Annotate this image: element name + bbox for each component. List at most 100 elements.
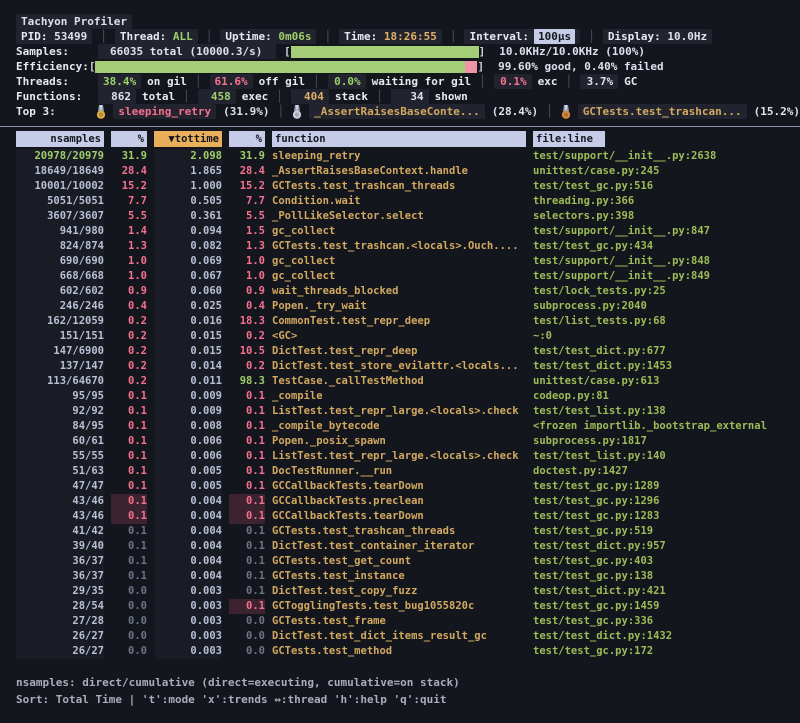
table-row[interactable]: 39/400.10.0040.1DictTest.test_container_…	[0, 539, 800, 554]
table-row[interactable]: 51/630.10.0050.1DocTestRunner.__rundocte…	[0, 464, 800, 479]
cell-tottime: 1.000	[154, 179, 222, 194]
table-row[interactable]: 137/1470.20.0140.2DictTest.test_store_ev…	[0, 359, 800, 374]
table-row[interactable]: 602/6020.90.0600.9wait_threads_blockedte…	[0, 284, 800, 299]
cell-pct-cumulative: 1.0	[229, 254, 265, 269]
cell-nsamples: 668/668	[16, 269, 104, 284]
table-row[interactable]: 55/550.10.0060.1ListTest.test_repr_large…	[0, 449, 800, 464]
table-row[interactable]: 27/280.00.0030.0GCTests.test_frametest/t…	[0, 614, 800, 629]
footer-legend: nsamples: direct/cumulative (direct=exec…	[16, 674, 460, 691]
table-row[interactable]: 10001/1000215.21.00015.2GCTests.test_tra…	[0, 179, 800, 194]
thread-stat-value: 38.4%	[98, 74, 141, 89]
column-header-pct-direct[interactable]: %	[111, 131, 147, 147]
cell-tottime: 0.004	[154, 524, 222, 539]
cell-function: GCTests.test_get_count	[272, 554, 526, 569]
table-row[interactable]: 41/420.10.0040.1GCTests.test_trashcan_th…	[0, 524, 800, 539]
cell-tottime: 0.004	[154, 539, 222, 554]
functions-stats: 862total│458exec│404stack│34shown	[98, 89, 468, 104]
cell-pct-cumulative: 0.2	[229, 329, 265, 344]
cell-pct-cumulative: 10.5	[229, 344, 265, 359]
cell-pct-direct: 0.1	[111, 569, 147, 584]
top3-share: (31.9%)	[223, 104, 269, 119]
top3-row: Top 3: sleeping_retry(31.9%)│_AssertRais…	[16, 104, 800, 119]
time-stat: Time: 18:26:55	[339, 29, 442, 44]
cell-tottime: 0.004	[154, 554, 222, 569]
cell-file-line: doctest.py:1427	[533, 464, 792, 479]
table-row[interactable]: 246/2460.40.0250.4Popen._try_waitsubproc…	[0, 299, 800, 314]
table-row[interactable]: 824/8741.30.0821.3GCTests.test_trashcan.…	[0, 239, 800, 254]
column-header-tottime[interactable]: ▼tottime	[154, 131, 222, 147]
cell-file-line: codeop.py:81	[533, 389, 792, 404]
column-header-nsamples[interactable]: nsamples	[16, 131, 104, 147]
table-row[interactable]: 36/370.10.0040.1GCTests.test_get_countte…	[0, 554, 800, 569]
table-row[interactable]: 113/646700.20.01198.3TestCase._callTestM…	[0, 374, 800, 389]
cell-nsamples: 3607/3607	[16, 209, 104, 224]
pid-stat: PID: 53499	[16, 29, 92, 44]
cell-nsamples: 92/92	[16, 404, 104, 419]
thread-stat-value: 61.6%	[210, 74, 253, 89]
table-row[interactable]: 60/610.10.0060.1Popen._posix_spawnsubpro…	[0, 434, 800, 449]
efficiency-row: Efficiency: [ ] 99.60% good, 0.40% faile…	[16, 59, 800, 74]
cell-tottime: 0.003	[154, 629, 222, 644]
table-row[interactable]: 668/6681.00.0671.0gc_collecttest/support…	[0, 269, 800, 284]
cell-tottime: 0.060	[154, 284, 222, 299]
cell-nsamples: 27/28	[16, 614, 104, 629]
thread-stat-label: exc	[538, 74, 558, 89]
threads-label: Threads:	[16, 74, 98, 89]
cell-pct-direct: 0.0	[111, 599, 147, 614]
table-row[interactable]: 43/460.10.0040.1GCCallbackTests.preclean…	[0, 494, 800, 509]
table-row[interactable]: 690/6901.00.0691.0gc_collecttest/support…	[0, 254, 800, 269]
cell-function: GCTests.test_method	[272, 644, 526, 659]
cell-pct-direct: 0.1	[111, 479, 147, 494]
column-header-file-line[interactable]: file:line	[533, 131, 605, 147]
table-row[interactable]: 28/540.00.0030.1GCTogglingTests.test_bug…	[0, 599, 800, 614]
cell-function: GCTests.test_trashcan_threads	[272, 524, 526, 539]
cell-pct-direct: 1.4	[111, 224, 147, 239]
cell-nsamples: 51/63	[16, 464, 104, 479]
cell-function: gc_collect	[272, 269, 526, 284]
table-row[interactable]: 162/120590.20.01618.3CommonTest.test_rep…	[0, 314, 800, 329]
efficiency-bar	[95, 61, 477, 73]
table-row[interactable]: 47/470.10.0050.1GCCallbackTests.tearDown…	[0, 479, 800, 494]
uptime-stat: Uptime: 0m06s	[220, 29, 316, 44]
status-bar: PID: 53499 │ Thread: ALL │ Uptime: 0m06s…	[16, 29, 800, 44]
table-row[interactable]: 43/460.10.0040.1GCCallbackTests.tearDown…	[0, 509, 800, 524]
table-row[interactable]: 26/270.00.0030.0DictTest.test_dict_items…	[0, 629, 800, 644]
cell-pct-direct: 0.2	[111, 329, 147, 344]
cell-pct-direct: 5.5	[111, 209, 147, 224]
cell-file-line: test/list_tests.py:68	[533, 314, 792, 329]
column-header-function[interactable]: function	[272, 131, 526, 147]
table-row[interactable]: 3607/36075.50.3615.5_PollLikeSelector.se…	[0, 209, 800, 224]
efficiency-bar-good	[95, 61, 465, 73]
cell-pct-cumulative: 28.4	[229, 164, 265, 179]
cell-pct-direct: 0.1	[111, 524, 147, 539]
table-row[interactable]: 95/950.10.0090.1_compilecodeop.py:81	[0, 389, 800, 404]
thread-stat-value: 0.1%	[494, 74, 532, 89]
cell-pct-direct: 0.4	[111, 299, 147, 314]
cell-pct-cumulative: 0.1	[229, 599, 265, 614]
column-header-pct-cumulative[interactable]: %	[229, 131, 265, 147]
medal-silver-icon	[292, 105, 302, 119]
table-row[interactable]: 26/270.00.0030.0GCTests.test_methodtest/…	[0, 644, 800, 659]
table-row[interactable]: 36/370.10.0040.1GCTests.test_instancetes…	[0, 569, 800, 584]
table-row[interactable]: 18649/1864928.41.86528.4_AssertRaisesBas…	[0, 164, 800, 179]
cell-pct-direct: 0.0	[111, 644, 147, 659]
cell-pct-direct: 0.1	[111, 494, 147, 509]
table-row[interactable]: 151/1510.20.0150.2<GC>~:0	[0, 329, 800, 344]
footer-keybinds: Sort: Total Time | 't':mode 'x':trends ↔…	[16, 691, 460, 708]
cell-nsamples: 602/602	[16, 284, 104, 299]
cell-pct-cumulative: 0.1	[229, 569, 265, 584]
cell-pct-direct: 0.1	[111, 449, 147, 464]
function-stat-value: 458	[198, 89, 236, 104]
cell-tottime: 0.014	[154, 359, 222, 374]
table-row[interactable]: 147/69000.20.01510.5DictTest.test_repr_d…	[0, 344, 800, 359]
cell-file-line: test/test_list.py:138	[533, 404, 792, 419]
cell-nsamples: 162/12059	[16, 314, 104, 329]
table-row[interactable]: 5051/50517.70.5057.7Condition.waitthread…	[0, 194, 800, 209]
table-row[interactable]: 941/9801.40.0941.5gc_collecttest/support…	[0, 224, 800, 239]
table-row[interactable]: 84/950.10.0080.1_compile_bytecode<frozen…	[0, 419, 800, 434]
table-row[interactable]: 92/920.10.0090.1ListTest.test_repr_large…	[0, 404, 800, 419]
table-row[interactable]: 29/350.00.0030.1DictTest.test_copy_fuzzt…	[0, 584, 800, 599]
cell-pct-cumulative: 0.0	[229, 629, 265, 644]
table-row[interactable]: 20978/2097931.92.09831.9sleeping_retryte…	[0, 149, 800, 164]
cell-nsamples: 20978/20979	[16, 149, 104, 164]
